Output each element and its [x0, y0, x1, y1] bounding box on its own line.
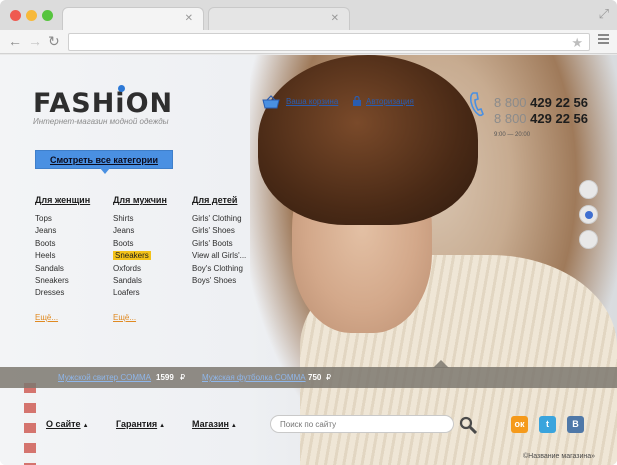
category-item[interactable]: Girls' Clothing	[192, 213, 246, 225]
search-icon[interactable]	[459, 416, 477, 434]
category-item[interactable]: Sneakers	[35, 275, 90, 287]
footer-nav-guarantee[interactable]: Гарантия ▲	[116, 419, 165, 429]
category-item[interactable]: Heels	[35, 250, 90, 262]
category-item[interactable]: Jeans	[113, 225, 167, 237]
footer-nav-shop[interactable]: Магазин ▲	[192, 419, 237, 429]
category-item[interactable]: Sandals	[113, 275, 167, 287]
twitter-icon[interactable]: t	[539, 416, 556, 433]
triangle-up-icon: ▲	[82, 423, 89, 429]
category-list: Tops Jeans Boots Heels Sandals Sneakers Dresse…	[35, 213, 90, 300]
category-item[interactable]: Girls' Boots	[192, 238, 246, 250]
category-item[interactable]: Jeans	[35, 225, 90, 237]
category-item[interactable]: View all Girls'...	[192, 250, 246, 262]
category-item[interactable]: Loafers	[113, 287, 167, 299]
category-item[interactable]: Sneakers	[113, 250, 167, 262]
category-column-kids: Для детей Girls' Clothing Girls' Shoes Gir…	[192, 195, 246, 287]
category-column-women: Для женщин Tops Jeans Boots Heels Sandals Sne…	[35, 195, 90, 322]
close-tab-icon[interactable]: ✕	[331, 13, 339, 24]
slider-dot-1[interactable]	[579, 180, 598, 199]
promo-price: 750	[308, 373, 322, 382]
promo-price: 1599	[156, 373, 174, 382]
category-item[interactable]: Boots	[113, 238, 167, 250]
category-column-men: Для мужчин Shirts Jeans Boots Sneakers Oxfor…	[113, 195, 167, 322]
tab-active[interactable]: ✕	[62, 7, 204, 30]
site-tagline: Интернет-магазин модной одежды	[33, 117, 169, 126]
category-title[interactable]: Для детей	[192, 195, 246, 205]
site-logo[interactable]: FASHiON	[33, 88, 173, 119]
close-tab-icon[interactable]: ✕	[185, 13, 193, 24]
vk-icon[interactable]: В	[567, 416, 584, 433]
category-item[interactable]: Girls' Shoes	[192, 225, 246, 237]
back-icon[interactable]: ←	[8, 33, 22, 49]
slider-dot-2[interactable]	[579, 205, 598, 224]
lock-icon	[353, 96, 361, 106]
more-link[interactable]: Ещё...	[35, 313, 58, 322]
footer-nav-about[interactable]: О сайте ▲	[46, 419, 89, 429]
login-link[interactable]: Авторизация	[366, 97, 414, 106]
phone-number-1[interactable]: 8 800 429 22 56	[494, 95, 588, 110]
browser-window: ✕ ✕ ⤢ ← → ↻ ★ FASHiON Интернет-магазин м…	[0, 0, 617, 465]
forward-icon[interactable]: →	[28, 33, 42, 49]
more-link[interactable]: Ещё...	[113, 313, 136, 322]
promo-bar: Мужской свитер COMMA 1599 ₽ Мужская футб…	[0, 367, 617, 388]
all-categories-button[interactable]: Смотреть все категории	[35, 150, 173, 174]
promo-item-link[interactable]: Мужской свитер COMMA	[58, 373, 151, 382]
phone-number-2[interactable]: 8 800 429 22 56	[494, 111, 588, 126]
tab-inactive[interactable]: ✕	[208, 7, 350, 30]
category-item[interactable]: Boys' Shoes	[192, 275, 246, 287]
triangle-up-icon: ▲	[159, 423, 166, 429]
category-item[interactable]: Boy's Clothing	[192, 263, 246, 275]
category-title[interactable]: Для мужчин	[113, 195, 167, 205]
address-bar[interactable]: ★	[68, 33, 590, 51]
web-page: FASHiON Интернет-магазин модной одежды В…	[0, 55, 617, 465]
working-hours: 9:00 — 20:00	[494, 132, 531, 138]
category-list: Girls' Clothing Girls' Shoes Girls' Boots V…	[192, 213, 246, 287]
hero-photo-hair	[258, 55, 478, 225]
category-item[interactable]: Boots	[35, 238, 90, 250]
basket-icon[interactable]	[262, 95, 280, 109]
promo-item-link[interactable]: Мужская футболка COMMA	[202, 373, 306, 382]
close-window-button[interactable]	[10, 10, 21, 21]
category-item[interactable]: Tops	[35, 213, 90, 225]
category-list: Shirts Jeans Boots Sneakers Oxfords Sandals Lo…	[113, 213, 167, 300]
bookmark-star-icon[interactable]: ★	[571, 35, 583, 51]
copyright: ©Название магазина»	[523, 453, 596, 460]
browser-menu-icon[interactable]	[598, 34, 609, 46]
currency-sign: ₽	[180, 373, 186, 382]
fullscreen-icon[interactable]: ⤢	[599, 6, 609, 22]
reload-icon[interactable]: ↻	[48, 33, 60, 49]
slider-dot-3[interactable]	[579, 230, 598, 249]
cart-link[interactable]: Ваша корзина	[286, 97, 338, 106]
category-item[interactable]: Dresses	[35, 287, 90, 299]
browser-toolbar: ← → ↻ ★	[0, 30, 617, 54]
odnoklassniki-icon[interactable]: ок	[511, 416, 528, 433]
triangle-up-icon: ▲	[230, 423, 237, 429]
search-input[interactable]	[270, 415, 454, 433]
tab-bar: ✕ ✕ ⤢	[0, 0, 617, 30]
maximize-window-button[interactable]	[42, 10, 53, 21]
category-title[interactable]: Для женщин	[35, 195, 90, 205]
category-item[interactable]: Shirts	[113, 213, 167, 225]
minimize-window-button[interactable]	[26, 10, 37, 21]
category-item[interactable]: Sandals	[35, 263, 90, 275]
category-item[interactable]: Oxfords	[113, 263, 167, 275]
lighthouse-image	[24, 383, 36, 465]
currency-sign: ₽	[326, 373, 332, 382]
phone-icon	[469, 92, 484, 117]
